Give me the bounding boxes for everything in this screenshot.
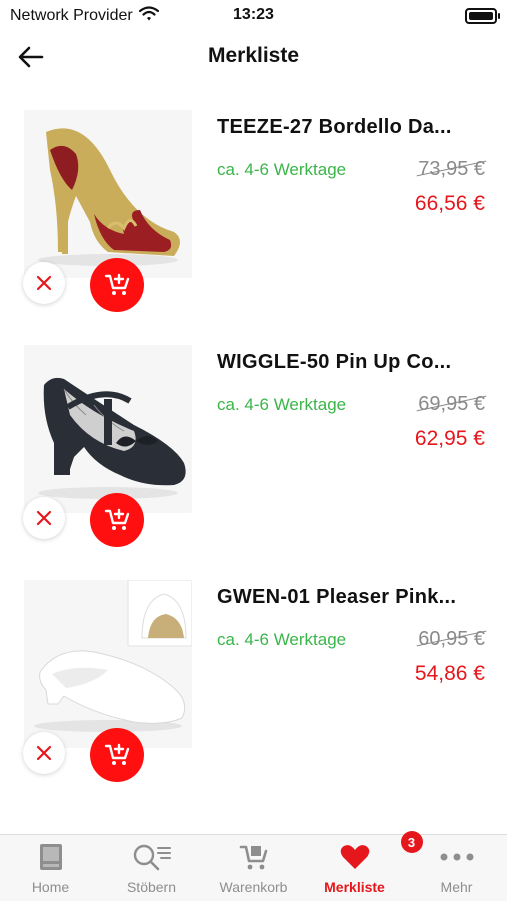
add-to-cart-button[interactable]	[90, 258, 144, 312]
remove-button[interactable]	[23, 497, 65, 539]
nav-label: Mehr	[440, 879, 473, 895]
nav-wishlist[interactable]: 3 Merkliste	[304, 831, 423, 901]
product-name[interactable]: TEEZE-27 Bordello Da...	[217, 116, 487, 139]
nav-more[interactable]: Mehr	[406, 835, 507, 901]
add-to-cart-button[interactable]	[90, 493, 144, 547]
nav-label: Warenkorb	[219, 879, 288, 895]
sale-price: 66,56 €	[414, 192, 485, 215]
home-icon	[38, 843, 64, 871]
product-image[interactable]	[24, 110, 192, 278]
delivery-time: ca. 4-6 Werktage	[217, 630, 347, 649]
wishlist-item: GWEN-01 Pleaser Pink... ca. 4-6 Werktage…	[0, 580, 507, 800]
old-price: 60,95 €	[418, 628, 485, 650]
remove-button[interactable]	[23, 732, 65, 774]
cart-icon	[239, 843, 269, 871]
nav-home[interactable]: Home	[0, 835, 101, 901]
status-bar: Network Provider 13:23	[0, 0, 507, 34]
nav-label: Home	[31, 879, 70, 895]
add-cart-icon	[104, 508, 130, 530]
battery-icon	[465, 8, 500, 24]
heart-icon: 3	[340, 831, 423, 871]
close-icon	[36, 510, 52, 526]
product-image[interactable]	[24, 345, 192, 513]
wishlist-item: TEEZE-27 Bordello Da... ca. 4-6 Werktage…	[0, 110, 507, 330]
product-name[interactable]: WIGGLE-50 Pin Up Co...	[217, 351, 487, 374]
nav-cart[interactable]: Warenkorb	[203, 835, 304, 901]
close-icon	[36, 275, 52, 291]
close-icon	[36, 745, 52, 761]
clock: 13:23	[233, 6, 274, 23]
sale-price: 54,86 €	[414, 662, 485, 685]
more-dots-icon	[440, 843, 474, 871]
product-name[interactable]: GWEN-01 Pleaser Pink...	[217, 586, 487, 609]
wishlist-item: WIGGLE-50 Pin Up Co... ca. 4-6 Werktage …	[0, 345, 507, 565]
browse-search-icon	[132, 843, 172, 871]
add-to-cart-button[interactable]	[90, 728, 144, 782]
sale-price: 62,95 €	[414, 427, 485, 450]
delivery-time: ca. 4-6 Werktage	[217, 160, 347, 179]
old-price: 73,95 €	[418, 158, 485, 180]
nav-label: Merkliste	[324, 879, 385, 895]
page-title: Merkliste	[207, 44, 300, 67]
add-cart-icon	[104, 273, 130, 295]
product-image[interactable]	[24, 580, 192, 748]
nav-label: Stöbern	[126, 879, 177, 895]
remove-button[interactable]	[23, 262, 65, 304]
bottom-navigation: Home Stöbern Warenkorb 3 Merkliste Mehr	[0, 831, 507, 901]
add-cart-icon	[104, 743, 130, 765]
delivery-time: ca. 4-6 Werktage	[217, 395, 347, 414]
nav-browse[interactable]: Stöbern	[101, 835, 202, 901]
old-price: 69,95 €	[418, 393, 485, 415]
header: Merkliste	[0, 34, 507, 80]
